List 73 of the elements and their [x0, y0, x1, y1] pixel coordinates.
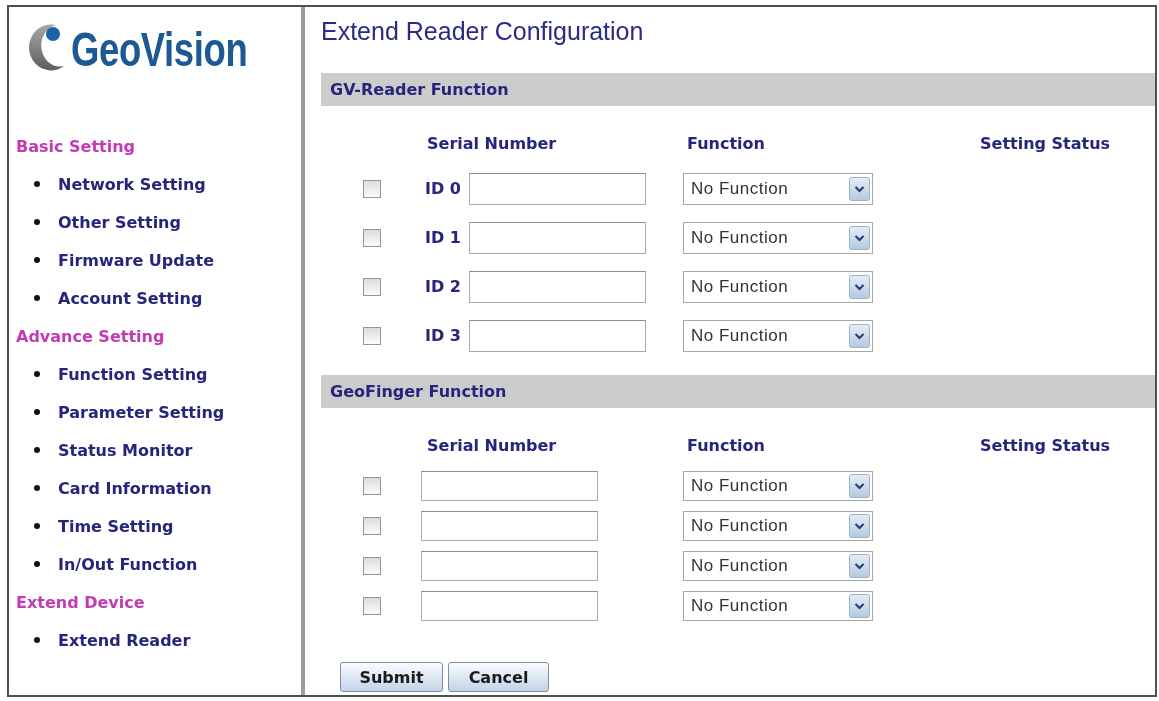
- row-label: ID 2: [425, 277, 461, 296]
- section-header: GeoFinger Function: [321, 375, 1155, 408]
- bullet-icon: [34, 561, 40, 567]
- sidebar-heading: Extend Device: [15, 591, 146, 614]
- chevron-down-icon: [849, 474, 870, 498]
- sidebar-heading: Advance Setting: [15, 325, 166, 348]
- chevron-down-icon: [849, 225, 870, 250]
- function-select[interactable]: No Function: [683, 172, 873, 205]
- nav-link[interactable]: Account Setting: [58, 288, 203, 308]
- bullet-icon: [34, 485, 40, 491]
- serial-number-field[interactable]: [468, 319, 646, 352]
- column-header: Serial Number: [427, 133, 557, 153]
- serial-number-field[interactable]: [421, 511, 598, 541]
- nav-link[interactable]: Extend Reader: [58, 630, 191, 650]
- checkbox[interactable]: [363, 597, 381, 615]
- nav-link[interactable]: Parameter Setting: [58, 402, 225, 422]
- section-header: GV-Reader Function: [321, 73, 1155, 106]
- checkbox[interactable]: [363, 179, 381, 198]
- column-header: Setting Status: [980, 133, 1111, 153]
- serial-number-field[interactable]: [421, 471, 598, 501]
- nav-link[interactable]: Time Setting: [58, 516, 174, 536]
- chevron-down-icon: [849, 176, 870, 201]
- bullet-icon: [34, 637, 40, 643]
- chevron-down-icon: [849, 594, 870, 618]
- row-label: ID 3: [425, 326, 461, 345]
- nav-link[interactable]: In/Out Function: [58, 554, 198, 574]
- bullet-icon: [34, 523, 40, 529]
- nav-link[interactable]: Status Monitor: [58, 440, 193, 460]
- nav-link[interactable]: Network Setting: [58, 174, 206, 194]
- function-select[interactable]: No Function: [683, 471, 873, 501]
- submit-button[interactable]: Submit: [340, 662, 443, 692]
- bullet-icon: [34, 219, 40, 225]
- chevron-down-icon: [849, 554, 870, 578]
- chevron-down-icon: [849, 274, 870, 299]
- bullet-icon: [34, 257, 40, 263]
- bullet-icon: [34, 181, 40, 187]
- serial-number-field[interactable]: [421, 551, 598, 581]
- bullet-icon: [34, 295, 40, 301]
- column-header: Function: [687, 435, 765, 455]
- nav-link[interactable]: Function Setting: [58, 364, 208, 384]
- sidebar-heading: Basic Setting: [15, 135, 137, 158]
- row-label: ID 0: [425, 179, 461, 198]
- bullet-icon: [34, 409, 40, 415]
- checkbox[interactable]: [363, 228, 381, 247]
- chevron-down-icon: [849, 323, 870, 348]
- page-title: Extend Reader Configuration: [321, 16, 644, 46]
- function-select[interactable]: No Function: [683, 319, 873, 352]
- function-select[interactable]: No Function: [683, 270, 873, 303]
- checkbox[interactable]: [363, 326, 381, 345]
- column-header: Serial Number: [427, 435, 557, 455]
- nav-link[interactable]: Other Setting: [58, 212, 181, 232]
- checkbox[interactable]: [363, 557, 381, 575]
- nav-link[interactable]: Card Information: [58, 478, 212, 498]
- bullet-icon: [34, 371, 40, 377]
- column-header: Setting Status: [980, 435, 1111, 455]
- serial-number-field[interactable]: [468, 221, 646, 254]
- serial-number-field[interactable]: [468, 270, 646, 303]
- logo-text: GeoVision: [71, 25, 248, 75]
- serial-number-field[interactable]: [468, 172, 646, 205]
- nav-link[interactable]: Firmware Update: [58, 250, 215, 270]
- checkbox[interactable]: [363, 517, 381, 535]
- checkbox[interactable]: [363, 477, 381, 495]
- function-select[interactable]: No Function: [683, 591, 873, 621]
- function-select[interactable]: No Function: [683, 511, 873, 541]
- function-select[interactable]: No Function: [683, 551, 873, 581]
- checkbox[interactable]: [363, 277, 381, 296]
- column-header: Function: [687, 133, 765, 153]
- serial-number-field[interactable]: [421, 591, 598, 621]
- bullet-icon: [34, 447, 40, 453]
- cancel-button[interactable]: Cancel: [448, 662, 549, 692]
- row-label: ID 1: [425, 228, 461, 247]
- chevron-down-icon: [849, 514, 870, 538]
- function-select[interactable]: No Function: [683, 221, 873, 254]
